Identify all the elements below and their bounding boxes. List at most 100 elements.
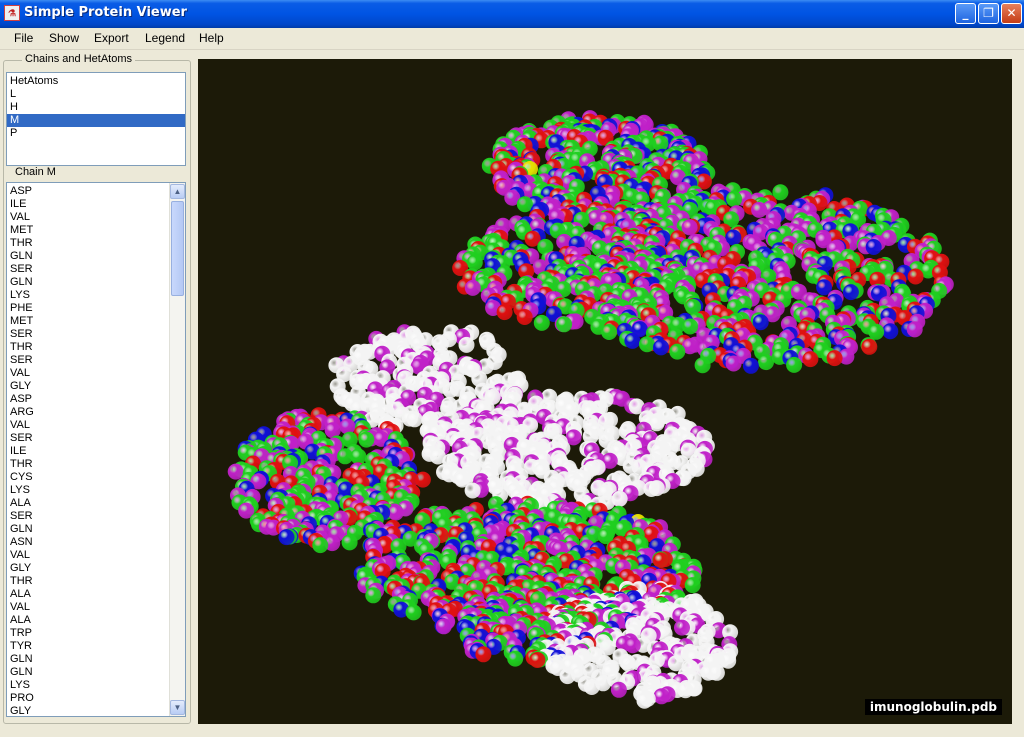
- residue-scrollbar[interactable]: ▲ ▼: [169, 183, 185, 716]
- residue-item[interactable]: VAL: [7, 367, 168, 380]
- residue-item[interactable]: THR: [7, 458, 168, 471]
- atom-oxygen: [475, 646, 492, 663]
- residue-item[interactable]: VAL: [7, 419, 168, 432]
- chains-listbox[interactable]: HetAtoms L H M P: [6, 72, 186, 166]
- atom-hetero: [636, 692, 653, 709]
- atom-oxygen: [802, 351, 819, 368]
- atom-carbon: [694, 357, 711, 374]
- residue-item[interactable]: GLN: [7, 653, 168, 666]
- residue-item[interactable]: THR: [7, 237, 168, 250]
- atom-carbon: [507, 650, 524, 667]
- residue-item[interactable]: GLN: [7, 523, 168, 536]
- atom-nitrogen: [842, 284, 859, 301]
- atom-other: [751, 201, 768, 218]
- residue-item[interactable]: ASP: [7, 185, 168, 198]
- chain-item[interactable]: M: [7, 114, 185, 127]
- atom-carbon: [726, 191, 743, 207]
- residue-item[interactable]: LYS: [7, 679, 168, 692]
- atom-carbon: [358, 431, 375, 448]
- atom-carbon: [684, 577, 701, 594]
- residue-item[interactable]: SER: [7, 432, 168, 445]
- maximize-button[interactable]: ❐: [978, 3, 999, 24]
- residue-item[interactable]: MET: [7, 315, 168, 328]
- atom-carbon: [786, 356, 803, 373]
- atom-oxygen: [516, 309, 533, 325]
- residue-item[interactable]: ILE: [7, 445, 168, 458]
- atom-carbon: [405, 604, 422, 621]
- residue-item[interactable]: TYR: [7, 640, 168, 653]
- chain-item[interactable]: HetAtoms: [7, 75, 185, 88]
- scroll-up-icon[interactable]: ▲: [170, 184, 185, 199]
- atom-hetero: [559, 668, 576, 685]
- residue-item[interactable]: ARG: [7, 406, 168, 419]
- residue-item[interactable]: SER: [7, 328, 168, 341]
- residue-item[interactable]: VAL: [7, 601, 168, 614]
- menu-export[interactable]: Export: [94, 31, 129, 45]
- chains-group-label: Chains and HetAtoms: [22, 53, 135, 65]
- residue-item[interactable]: LYS: [7, 289, 168, 302]
- atom-hetero: [464, 482, 481, 499]
- atom-hetero: [458, 336, 475, 353]
- atom-other: [653, 688, 670, 705]
- menu-bar: File Show Export Legend Help: [0, 28, 1024, 50]
- chain-item[interactable]: P: [7, 127, 185, 140]
- menu-file[interactable]: File: [14, 31, 33, 45]
- atom-other: [725, 355, 742, 372]
- scroll-thumb[interactable]: [171, 201, 184, 296]
- atom-carbon: [758, 354, 774, 371]
- minimize-button[interactable]: _: [955, 3, 976, 24]
- atom-hetero: [620, 655, 637, 672]
- atom-carbon: [365, 587, 382, 604]
- residue-item[interactable]: PRO: [7, 692, 168, 705]
- residue-item[interactable]: SER: [7, 510, 168, 523]
- residue-item[interactable]: ALA: [7, 497, 168, 510]
- residue-listbox[interactable]: ASP ILE VAL MET THR GLN SER GLN LYS PHE MET SER THR S…: [6, 182, 186, 717]
- atom-nitrogen: [653, 339, 669, 356]
- residue-item[interactable]: GLN: [7, 250, 168, 263]
- molecule-render[interactable]: [198, 59, 1012, 724]
- atom-carbon: [516, 196, 533, 213]
- atom-hetero: [442, 382, 459, 399]
- residue-item[interactable]: GLY: [7, 705, 168, 716]
- menu-show[interactable]: Show: [49, 31, 79, 45]
- atom-carbon: [682, 318, 699, 335]
- residue-item[interactable]: CYS: [7, 471, 168, 484]
- protein-3d-viewer[interactable]: imunoglobulin.pdb: [198, 59, 1012, 724]
- atom-nitrogen: [882, 323, 899, 340]
- residue-item[interactable]: GLN: [7, 666, 168, 679]
- residue-item[interactable]: SER: [7, 354, 168, 367]
- atom-other: [624, 637, 641, 654]
- residue-item[interactable]: MET: [7, 224, 168, 237]
- residue-item[interactable]: THR: [7, 341, 168, 354]
- atom-other: [674, 619, 690, 636]
- residue-item[interactable]: THR: [7, 575, 168, 588]
- menu-legend[interactable]: Legend: [145, 31, 185, 45]
- scroll-down-icon[interactable]: ▼: [170, 700, 185, 715]
- atom-carbon: [350, 448, 367, 465]
- residue-item[interactable]: PHE: [7, 302, 168, 315]
- residue-item[interactable]: ALA: [7, 588, 168, 601]
- menu-help[interactable]: Help: [199, 31, 224, 45]
- residue-item[interactable]: ILE: [7, 198, 168, 211]
- title-bar: ⚗ Simple Protein Viewer _ ❐ ✕: [0, 0, 1024, 28]
- residue-item[interactable]: LYS: [7, 484, 168, 497]
- chain-item[interactable]: H: [7, 101, 185, 114]
- residue-item[interactable]: ASN: [7, 536, 168, 549]
- close-button[interactable]: ✕: [1001, 3, 1022, 24]
- residue-item[interactable]: GLN: [7, 276, 168, 289]
- residue-item[interactable]: ASP: [7, 393, 168, 406]
- atom-carbon: [533, 314, 550, 331]
- residue-item[interactable]: VAL: [7, 211, 168, 224]
- residue-item[interactable]: SER: [7, 263, 168, 276]
- atom-hetero: [406, 411, 423, 428]
- atom-nitrogen: [742, 357, 759, 374]
- atom-hetero: [643, 481, 660, 497]
- residue-item[interactable]: VAL: [7, 549, 168, 562]
- atom-hetero: [708, 664, 725, 681]
- atom-nitrogen: [865, 239, 882, 255]
- chain-item[interactable]: L: [7, 88, 185, 101]
- residue-item[interactable]: TRP: [7, 627, 168, 640]
- residue-item[interactable]: GLY: [7, 380, 168, 393]
- residue-item[interactable]: GLY: [7, 562, 168, 575]
- residue-item[interactable]: ALA: [7, 614, 168, 627]
